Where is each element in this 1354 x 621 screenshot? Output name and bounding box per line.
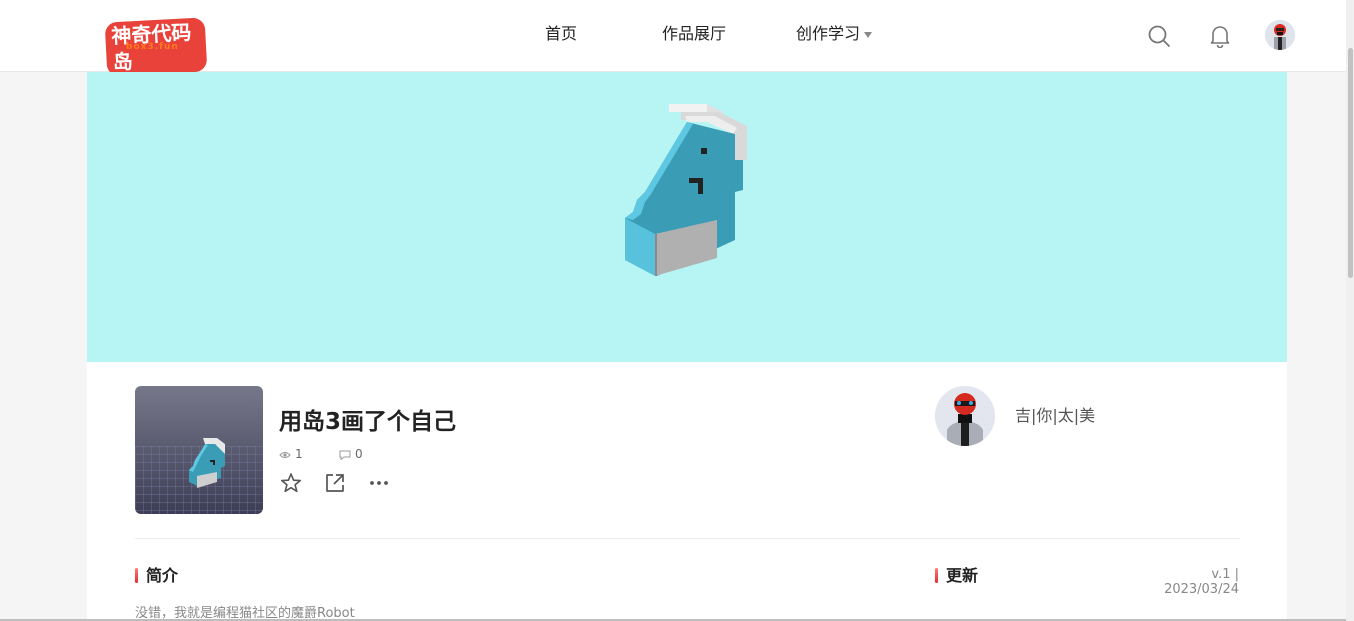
avatar-image: [1265, 20, 1295, 50]
project-thumbnail[interactable]: [135, 386, 263, 514]
bell-icon[interactable]: [1209, 24, 1231, 48]
voxel-character-art: [625, 104, 747, 276]
thumbnail-character-art: [189, 438, 225, 488]
nav-learn-label: 创作学习: [796, 24, 861, 43]
top-header: 神奇代码岛 box3.fun 首页 作品展厅 创作学习: [0, 0, 1354, 77]
nav-gallery[interactable]: 作品展厅: [662, 22, 726, 46]
view-count: 1: [279, 446, 303, 462]
eye-icon: [279, 452, 291, 458]
intro-heading: 简介: [135, 566, 178, 586]
logo-subtext: box3.fun: [126, 42, 179, 52]
author-avatar[interactable]: [935, 386, 995, 446]
chevron-down-icon: [864, 31, 873, 38]
nav-learn[interactable]: 创作学习: [796, 22, 873, 46]
comment-count: 0: [339, 446, 363, 462]
more-icon[interactable]: [368, 472, 390, 494]
user-avatar[interactable]: [1265, 20, 1295, 50]
project-banner: [87, 72, 1287, 362]
section-divider: [135, 538, 1240, 539]
nav-home[interactable]: 首页: [545, 22, 577, 46]
project-detail-card: 用岛3画了个自己 1 0 吉|你|太|美 简介 更新 v.1 | 2023/03…: [87, 362, 1287, 621]
author-avatar-image: [935, 386, 995, 446]
star-icon[interactable]: [280, 472, 302, 494]
comment-icon: [339, 450, 351, 461]
update-heading: 更新: [935, 566, 978, 586]
project-title: 用岛3画了个自己: [279, 409, 457, 435]
share-icon[interactable]: [324, 472, 346, 494]
site-logo[interactable]: 神奇代码岛 box3.fun: [104, 17, 208, 77]
comment-count-value: 0: [355, 447, 363, 461]
view-count-value: 1: [295, 447, 303, 461]
search-icon[interactable]: [1147, 24, 1171, 48]
version-info: v.1 | 2023/03/24: [1164, 567, 1239, 597]
author-name[interactable]: 吉|你|太|美: [1015, 402, 1095, 426]
scrollbar-thumb[interactable]: [1348, 48, 1353, 278]
